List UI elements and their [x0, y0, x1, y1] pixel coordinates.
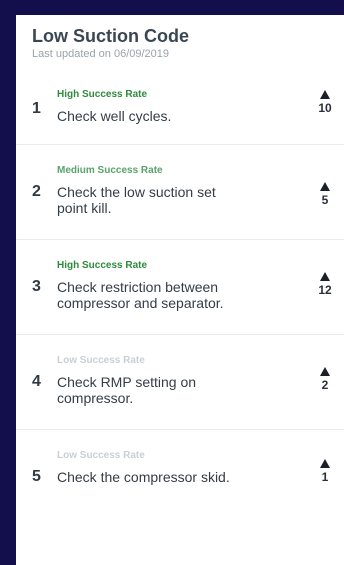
last-updated-text: Last updated on 06/09/2019 — [32, 48, 170, 60]
rank-number: 4 — [32, 373, 41, 390]
solution-item-5[interactable]: Low Success Rate 5 Check the compressor … — [16, 429, 344, 515]
vote-count: 10 — [318, 101, 332, 115]
upvote-button[interactable]: 1 — [314, 459, 336, 484]
vote-count: 2 — [321, 378, 329, 392]
upvote-button[interactable]: 10 — [314, 90, 336, 115]
vote-count: 5 — [321, 193, 329, 207]
solution-item-4[interactable]: Low Success Rate 4 Check RMP setting on … — [16, 334, 344, 430]
rank-number: 3 — [32, 278, 41, 295]
solution-text: Check RMP setting on compressor. — [57, 374, 197, 406]
vote-count: 1 — [321, 470, 329, 484]
upvote-arrow-icon — [320, 367, 330, 376]
success-rate-label: Low Success Rate — [57, 355, 145, 366]
panel-empty-area — [16, 515, 344, 565]
upvote-button[interactable]: 5 — [314, 182, 336, 207]
upvote-arrow-icon — [320, 459, 330, 468]
upvote-button[interactable]: 12 — [314, 272, 336, 297]
solution-text: Check restriction between compressor and… — [57, 279, 224, 311]
vote-count: 12 — [318, 283, 332, 297]
solution-text: Check the compressor skid. — [57, 469, 230, 485]
upvote-button[interactable]: 2 — [314, 367, 336, 392]
solution-item-1[interactable]: High Success Rate 1 Check well cycles. 1… — [16, 75, 344, 145]
panel-header: Low Suction Code Last updated on 06/09/2… — [32, 25, 189, 61]
solution-item-2[interactable]: Medium Success Rate 2 Check the low suct… — [16, 144, 344, 240]
upvote-arrow-icon — [320, 182, 330, 191]
rank-number: 1 — [32, 100, 41, 117]
rank-number: 2 — [32, 183, 41, 200]
success-rate-label: High Success Rate — [57, 260, 148, 271]
solution-text: Check the low suction set point kill. — [57, 184, 216, 216]
upvote-arrow-icon — [320, 272, 330, 281]
upvote-arrow-icon — [320, 90, 330, 99]
rank-number: 5 — [32, 468, 41, 485]
success-rate-label: High Success Rate — [57, 89, 148, 100]
success-rate-label: Low Success Rate — [57, 450, 145, 461]
solution-item-3[interactable]: High Success Rate 3 Check restriction be… — [16, 239, 344, 335]
troubleshooting-panel: Low Suction Code Last updated on 06/09/2… — [16, 15, 344, 565]
solution-text: Check well cycles. — [57, 108, 172, 124]
success-rate-label: Medium Success Rate — [57, 165, 163, 176]
page-title: Low Suction Code — [32, 26, 189, 46]
